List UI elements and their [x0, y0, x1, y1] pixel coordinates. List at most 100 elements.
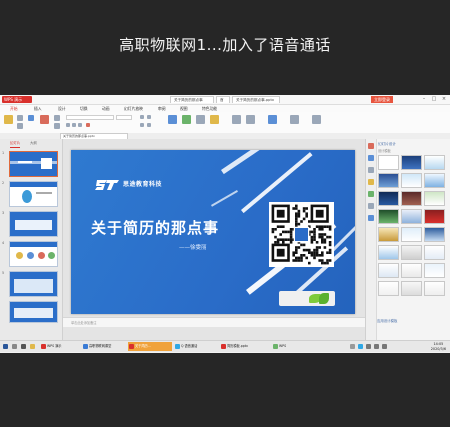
taskbar-app-wps2[interactable]: WPS	[272, 342, 298, 351]
start-icon[interactable]	[3, 344, 8, 349]
layout-pane-icon[interactable]	[368, 155, 374, 161]
paste-icon[interactable]	[4, 115, 13, 124]
cut-icon[interactable]	[17, 115, 23, 121]
design-template[interactable]	[401, 245, 422, 260]
taskbar-app-wps[interactable]: WPS 演示	[40, 342, 80, 351]
tray-qq-icon[interactable]	[358, 344, 363, 349]
login-button[interactable]: 立即登录	[371, 96, 393, 103]
volume-icon[interactable]	[374, 344, 379, 349]
design-icon[interactable]	[368, 143, 374, 149]
backup-pane-icon[interactable]	[368, 203, 374, 209]
slide-thumbnail-5[interactable]	[9, 271, 58, 297]
system-clock[interactable]: 14:05 2020/3/6	[431, 342, 446, 351]
slide-thumbnail-2[interactable]	[9, 181, 58, 207]
current-slide[interactable]: 思途教育科技 关于简历的那点事 ——徐雯丽	[71, 150, 355, 314]
arrange-icon[interactable]	[196, 115, 205, 124]
design-template[interactable]	[424, 155, 445, 170]
bullets-icon[interactable]	[140, 115, 144, 119]
layout-icon[interactable]	[54, 115, 60, 121]
taskbar-app-class[interactable]: 高职物联网课堂	[82, 342, 126, 351]
design-template[interactable]	[378, 281, 399, 296]
font-size-select[interactable]	[116, 115, 132, 120]
menu-review[interactable]: 审阅	[158, 105, 166, 112]
doc-tab-1[interactable]: 关于简历的那点事	[170, 96, 214, 103]
design-template[interactable]	[424, 227, 445, 242]
find-icon[interactable]	[232, 115, 241, 124]
menu-home[interactable]: 开始	[10, 105, 18, 112]
taskbar-app-template[interactable]: 简历模板.pptx	[220, 342, 270, 351]
replace-icon[interactable]	[246, 115, 255, 124]
design-template[interactable]	[378, 155, 399, 170]
design-template[interactable]	[401, 263, 422, 278]
design-template[interactable]	[424, 173, 445, 188]
design-template[interactable]	[424, 245, 445, 260]
slide-thumbnail-6[interactable]	[9, 301, 58, 323]
design-template[interactable]	[424, 281, 445, 296]
search-icon[interactable]	[12, 344, 17, 349]
new-slide-icon[interactable]	[40, 115, 49, 124]
design-template[interactable]	[378, 173, 399, 188]
tab-slides[interactable]: 幻灯片	[10, 139, 21, 148]
design-template[interactable]	[424, 209, 445, 224]
picture-icon[interactable]	[312, 115, 321, 124]
animation-pane-icon[interactable]	[368, 167, 374, 173]
wps-app-tab[interactable]: WPS 演示	[2, 96, 32, 103]
slide-author[interactable]: ——徐雯丽	[179, 243, 207, 251]
maximize-icon[interactable]: □	[430, 95, 438, 104]
close-icon[interactable]: ×	[440, 95, 448, 104]
font-name-select[interactable]	[66, 115, 114, 120]
slide-title[interactable]: 关于简历的那点事	[91, 217, 219, 238]
design-template[interactable]	[401, 209, 422, 224]
ime-icon[interactable]	[382, 344, 387, 349]
reset-icon[interactable]	[54, 123, 60, 129]
select-icon[interactable]	[268, 115, 277, 124]
task-view-icon[interactable]	[21, 344, 26, 349]
slide-thumbnail-1[interactable]	[9, 151, 58, 177]
design-template[interactable]	[401, 155, 422, 170]
transition-pane-icon[interactable]	[368, 179, 374, 185]
explorer-icon[interactable]	[30, 344, 35, 349]
menu-insert[interactable]: 插入	[34, 105, 42, 112]
numbering-icon[interactable]	[147, 115, 151, 119]
slideshow-icon[interactable]	[290, 115, 299, 124]
copy-icon[interactable]	[17, 123, 23, 129]
design-template[interactable]	[378, 263, 399, 278]
apply-template-link[interactable]: 应用设计模板	[377, 317, 449, 326]
design-template[interactable]	[378, 209, 399, 224]
design-template[interactable]	[378, 227, 399, 242]
design-template[interactable]	[424, 191, 445, 206]
color-pane-icon[interactable]	[368, 191, 374, 197]
menu-animation[interactable]: 动画	[102, 105, 110, 112]
design-template[interactable]	[401, 281, 422, 296]
notes-input[interactable]: 单击此处添加备注	[63, 317, 365, 327]
font-color-icon[interactable]	[86, 123, 90, 127]
menu-slideshow[interactable]: 幻灯片放映	[124, 105, 143, 112]
menu-design[interactable]: 设计	[58, 105, 66, 112]
slide-thumbnail-4[interactable]	[9, 241, 58, 267]
doc-tab-3[interactable]: 关于简历的那点事.pptx	[232, 96, 280, 103]
share-pane-icon[interactable]	[368, 215, 374, 221]
taskbar-app-voice[interactable]: Q 语音通话	[174, 342, 218, 351]
shapes-icon[interactable]	[182, 115, 191, 124]
network-icon[interactable]	[366, 344, 371, 349]
textbox-icon[interactable]	[168, 115, 177, 124]
underline-icon[interactable]	[78, 123, 82, 127]
slide-thumbnail-3[interactable]	[9, 211, 58, 237]
doc-tab-2[interactable]: 首页	[216, 96, 230, 109]
menu-transition[interactable]: 切换	[80, 105, 88, 112]
menu-view[interactable]: 视图	[180, 105, 188, 112]
design-template[interactable]	[401, 227, 422, 242]
design-template[interactable]	[378, 245, 399, 260]
design-template[interactable]	[424, 263, 445, 278]
bold-icon[interactable]	[66, 123, 70, 127]
design-template[interactable]	[378, 191, 399, 206]
align-center-icon[interactable]	[147, 123, 151, 127]
italic-icon[interactable]	[72, 123, 76, 127]
menu-features[interactable]: 特色功能	[202, 105, 217, 112]
format-painter-icon[interactable]	[28, 115, 34, 121]
tab-outline[interactable]: 大纲	[30, 139, 37, 147]
minimize-icon[interactable]: –	[420, 95, 428, 104]
quick-style-icon[interactable]	[210, 115, 219, 124]
design-template[interactable]	[401, 173, 422, 188]
taskbar-app-presentation[interactable]: 关于简历...	[128, 342, 172, 351]
